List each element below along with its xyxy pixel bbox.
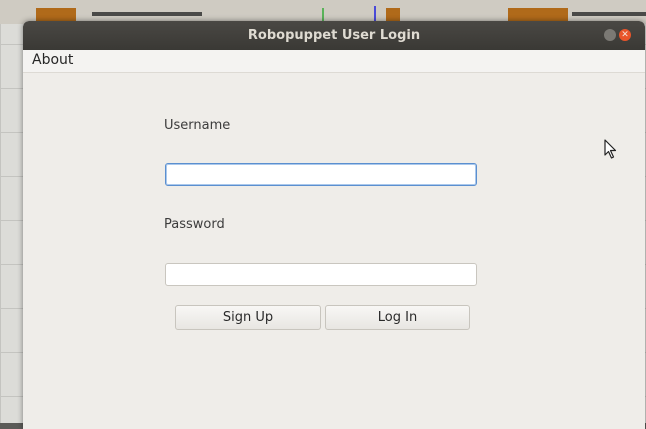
password-label: Password [164, 217, 225, 232]
background-window-element [572, 12, 646, 16]
username-label: Username [164, 118, 231, 133]
close-icon[interactable]: ✕ [619, 29, 631, 41]
password-field[interactable] [165, 263, 477, 286]
sign-up-button[interactable]: Sign Up [175, 305, 321, 330]
background-window-element [374, 6, 376, 22]
title-bar[interactable]: Robopuppet User Login ✕ [23, 21, 645, 50]
background-window-element [322, 8, 324, 22]
menu-item-about[interactable]: About [32, 52, 73, 68]
minimize-icon[interactable] [604, 29, 616, 41]
menu-bar: About [23, 50, 645, 73]
log-in-button[interactable]: Log In [325, 305, 470, 330]
window-title: Robopuppet User Login [247, 28, 421, 43]
login-dialog: Robopuppet User Login ✕ About Username P… [23, 21, 645, 429]
background-window-element [92, 12, 202, 16]
mouse-pointer-icon [604, 139, 617, 159]
username-field[interactable] [165, 163, 477, 186]
